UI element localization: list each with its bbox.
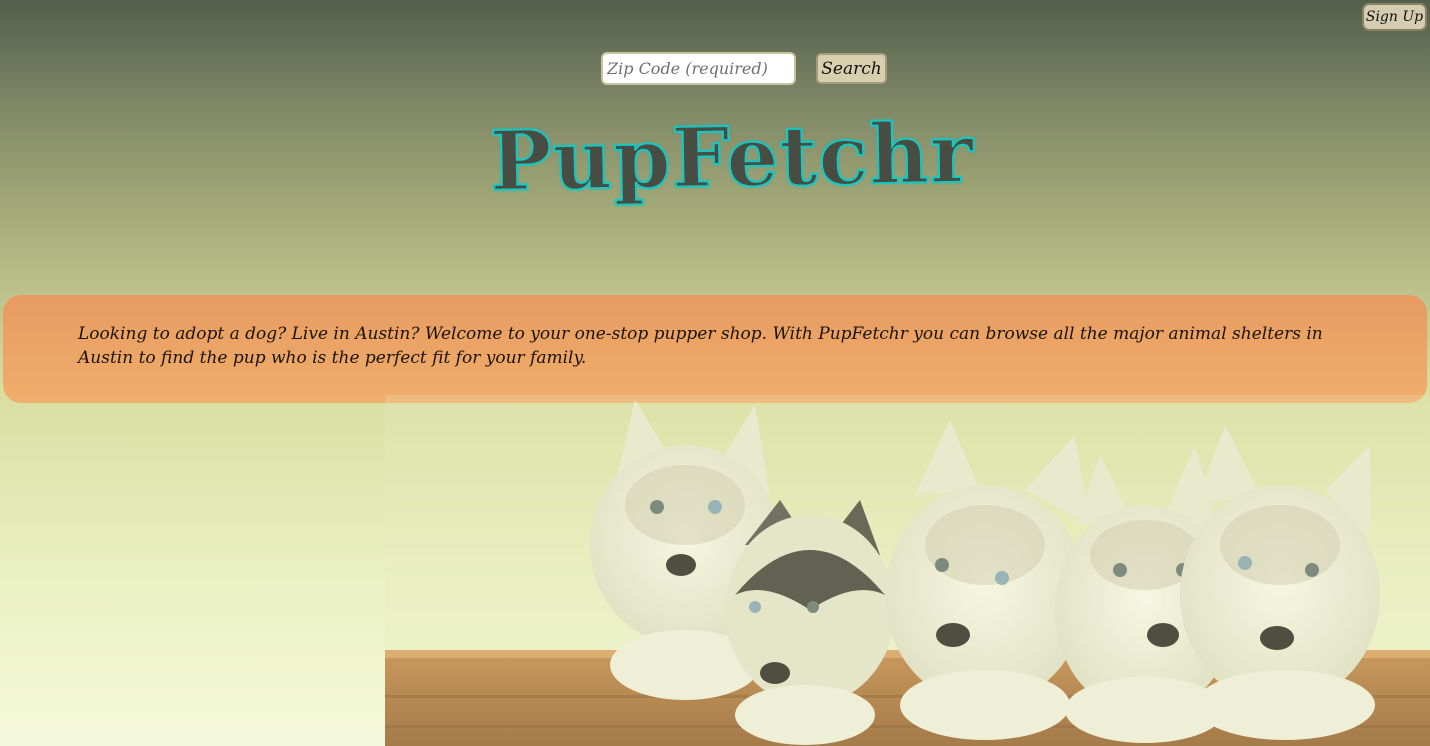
search-bar: Search: [601, 52, 887, 85]
sign-up-button[interactable]: Sign Up: [1362, 3, 1427, 31]
intro-text: Looking to adopt a dog? Live in Austin? …: [78, 324, 1323, 368]
husky-puppies-image: [385, 395, 1430, 746]
zip-code-input[interactable]: [601, 52, 796, 85]
logo: PupFetchr: [488, 104, 976, 210]
intro-banner: Looking to adopt a dog? Live in Austin? …: [3, 295, 1427, 403]
search-button[interactable]: Search: [816, 53, 887, 84]
